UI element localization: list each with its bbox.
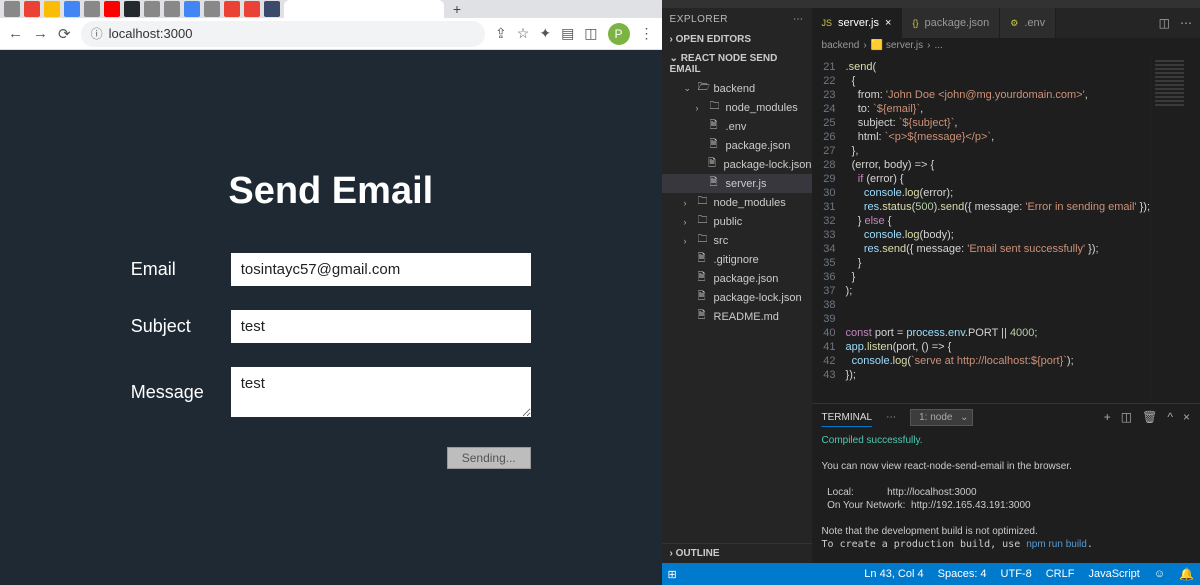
profile-avatar[interactable]: P	[608, 23, 630, 45]
menu-icon[interactable]: ⋮	[640, 25, 654, 42]
terminal-selector[interactable]: 1: node	[910, 409, 973, 426]
back-icon[interactable]: ←	[8, 25, 23, 42]
file-tree: ⌄🗁backend›🗀node_modules 🗎.env 🗎package.j…	[662, 79, 812, 326]
file-item[interactable]: 🗎package-lock.json	[662, 155, 812, 174]
bell-icon[interactable]: 🔔	[1179, 567, 1194, 581]
status-encoding[interactable]: UTF-8	[1001, 568, 1032, 580]
minimap[interactable]	[1150, 56, 1200, 403]
star-icon[interactable]: ☆	[517, 25, 530, 42]
remote-icon[interactable]: ⊞	[668, 568, 677, 581]
browser-tabstrip: +	[0, 0, 662, 18]
reading-list-icon[interactable]: ▤	[561, 25, 574, 42]
favicon-icon[interactable]	[104, 1, 120, 17]
editor-tab[interactable]: ⚙.env	[1000, 8, 1056, 38]
reload-icon[interactable]: ⟳	[58, 25, 71, 43]
browser-window: + ← → ⟳ ⓘ localhost:3000 ⇪ ☆ ✦ ▤ ◫ P ⋮ S…	[0, 0, 662, 585]
folder-item[interactable]: ⌄🗁backend	[662, 79, 812, 98]
file-icon: ⚙	[1010, 18, 1018, 29]
favicon-icon[interactable]	[4, 1, 20, 17]
file-item[interactable]: 🗎README.md	[662, 307, 812, 326]
forward-icon[interactable]: →	[33, 25, 48, 42]
file-item[interactable]: 🗎server.js	[662, 174, 812, 193]
file-item[interactable]: 🗎.gitignore	[662, 250, 812, 269]
address-bar[interactable]: ⓘ localhost:3000	[81, 21, 485, 47]
email-label: Email	[131, 259, 231, 280]
page-title: Send Email	[228, 170, 433, 213]
terminal-tab[interactable]: TERMINAL	[822, 412, 873, 423]
editor-tab[interactable]: {}package.json	[902, 8, 1000, 38]
favicon-icon[interactable]	[224, 1, 240, 17]
favicon-icon[interactable]	[144, 1, 160, 17]
more-icon[interactable]: ⋯	[886, 412, 896, 423]
subject-field[interactable]	[231, 310, 531, 343]
extensions-icon[interactable]: ✦	[539, 25, 551, 42]
folder-item[interactable]: ›🗀node_modules	[662, 98, 812, 117]
favicon-icon[interactable]	[64, 1, 80, 17]
outline-section[interactable]: › OUTLINE	[662, 543, 812, 563]
submit-button[interactable]: Sending...	[447, 447, 531, 469]
explorer-sidebar: EXPLORER ⋯ › OPEN EDITORS ⌄ REACT NODE S…	[662, 8, 812, 563]
open-editors-section[interactable]: › OPEN EDITORS	[662, 30, 812, 49]
explorer-title: EXPLORER	[670, 14, 728, 25]
terminal-output[interactable]: Compiled successfully. You can now view …	[812, 430, 1200, 563]
new-tab-button[interactable]: +	[448, 1, 466, 17]
info-icon: ⓘ	[91, 25, 103, 42]
more-icon[interactable]: ⋯	[793, 14, 804, 25]
file-icon: {}	[912, 18, 918, 28]
feedback-icon[interactable]: ☺	[1154, 568, 1165, 580]
vscode-window: EXPLORER ⋯ › OPEN EDITORS ⌄ REACT NODE S…	[662, 0, 1200, 585]
code-editor[interactable]: 21 22 23 24 25 26 27 28 29 30 31 32 33 3…	[812, 56, 1150, 403]
url-text: localhost:3000	[109, 26, 193, 41]
file-item[interactable]: 🗎package.json	[662, 136, 812, 155]
folder-item[interactable]: ›🗀src	[662, 231, 812, 250]
favicon-icon[interactable]	[124, 1, 140, 17]
file-item[interactable]: 🗎.env	[662, 117, 812, 136]
favicon-icon[interactable]	[184, 1, 200, 17]
favicon-icon[interactable]	[84, 1, 100, 17]
page-content: Send Email Email Subject Message test Se…	[0, 50, 662, 585]
status-spaces[interactable]: Spaces: 4	[938, 568, 987, 580]
status-lncol[interactable]: Ln 43, Col 4	[864, 568, 923, 580]
trash-icon[interactable]: 🗑	[1142, 410, 1157, 424]
browser-tab-active[interactable]	[284, 0, 444, 18]
folder-item[interactable]: ›🗀node_modules	[662, 193, 812, 212]
more-icon[interactable]: ⋯	[1180, 16, 1192, 30]
email-field[interactable]	[231, 253, 531, 286]
side-panel-icon[interactable]: ◫	[584, 25, 597, 42]
favicon-icon[interactable]	[164, 1, 180, 17]
browser-toolbar: ← → ⟳ ⓘ localhost:3000 ⇪ ☆ ✦ ▤ ◫ P ⋮	[0, 18, 662, 50]
maximize-icon[interactable]: ^	[1167, 410, 1173, 424]
project-section[interactable]: ⌄ REACT NODE SEND EMAIL	[662, 49, 812, 79]
terminal-panel: TERMINAL ⋯ 1: node + ◫ 🗑 ^ × Compiled su…	[812, 403, 1200, 563]
vscode-titlebar	[662, 0, 1200, 8]
favicon-icon[interactable]	[264, 1, 280, 17]
favicon-icon[interactable]	[244, 1, 260, 17]
new-terminal-icon[interactable]: +	[1104, 410, 1111, 424]
favicon-icon[interactable]	[24, 1, 40, 17]
status-eol[interactable]: CRLF	[1046, 568, 1075, 580]
close-icon[interactable]: ×	[885, 17, 891, 29]
editor-tabs: JSserver.js×{}package.json⚙.env ◫ ⋯	[812, 8, 1200, 38]
editor-tab[interactable]: JSserver.js×	[812, 8, 903, 38]
file-item[interactable]: 🗎package.json	[662, 269, 812, 288]
favicon-icon[interactable]	[44, 1, 60, 17]
status-bar: ⊞ Ln 43, Col 4 Spaces: 4 UTF-8 CRLF Java…	[662, 563, 1200, 585]
split-editor-icon[interactable]: ◫	[1159, 16, 1170, 30]
favicon-icon[interactable]	[204, 1, 220, 17]
file-icon: JS	[822, 18, 833, 28]
message-label: Message	[131, 382, 231, 403]
message-field[interactable]: test	[231, 367, 531, 417]
file-item[interactable]: 🗎package-lock.json	[662, 288, 812, 307]
subject-label: Subject	[131, 316, 231, 337]
status-language[interactable]: JavaScript	[1088, 568, 1139, 580]
close-icon[interactable]: ×	[1183, 410, 1190, 424]
breadcrumb[interactable]: backend›🟨 server.js›...	[812, 38, 1200, 56]
editor-area: JSserver.js×{}package.json⚙.env ◫ ⋯ backen…	[812, 8, 1200, 563]
split-terminal-icon[interactable]: ◫	[1121, 410, 1132, 424]
folder-item[interactable]: ›🗀public	[662, 212, 812, 231]
share-icon[interactable]: ⇪	[495, 25, 507, 42]
